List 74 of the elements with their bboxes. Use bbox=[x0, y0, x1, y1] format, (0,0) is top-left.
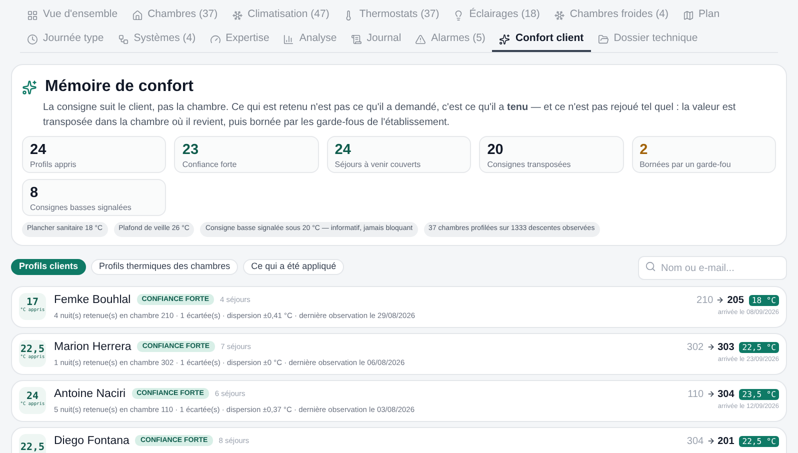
next-room: 205 bbox=[727, 294, 744, 308]
sparkles-icon bbox=[22, 80, 37, 94]
sparkles-icon bbox=[499, 34, 510, 44]
learned-value: 24 bbox=[26, 391, 39, 402]
filter-pill[interactable]: Profils thermiques des chambres bbox=[91, 258, 238, 274]
tab[interactable]: Systèmes (4) bbox=[110, 28, 203, 52]
stat-label: Confiance forte bbox=[182, 159, 238, 171]
tab[interactable]: Journal bbox=[344, 28, 408, 52]
learned-value: 22,5 bbox=[20, 442, 45, 452]
arrow-icon bbox=[706, 343, 715, 351]
client-row[interactable] bbox=[11, 380, 787, 422]
tab[interactable]: Analyse bbox=[276, 28, 344, 52]
snowflake-icon bbox=[232, 10, 243, 20]
tab[interactable]: Chambres froides (4) bbox=[546, 4, 676, 28]
tab[interactable]: Expertise bbox=[202, 28, 276, 52]
stat-label: Profils appris bbox=[30, 159, 78, 171]
lightbulb-icon bbox=[453, 10, 464, 20]
client-name: Diego Fontana bbox=[54, 434, 130, 448]
tab[interactable]: Confort client bbox=[492, 28, 591, 52]
setpoint-badge: 23,5 °C bbox=[739, 388, 779, 400]
tab[interactable]: Thermostats (37) bbox=[336, 4, 446, 28]
filter-pill[interactable]: Ce qui a été appliqué bbox=[243, 258, 344, 274]
search-icon bbox=[645, 260, 656, 272]
stat-label: Consignes basses signalées bbox=[30, 202, 132, 214]
house-icon bbox=[132, 10, 143, 20]
clock-icon bbox=[27, 34, 38, 44]
tab[interactable]: Climatisation (47) bbox=[224, 4, 336, 28]
grid-icon bbox=[27, 10, 38, 20]
stat-value: 24 bbox=[334, 142, 352, 159]
learned-value: 17 bbox=[26, 297, 39, 308]
warning-icon bbox=[415, 34, 426, 44]
stat-label: Consignes transposées bbox=[487, 159, 572, 171]
stat-label: Bornées par un garde-fou bbox=[640, 159, 732, 171]
arrow-icon bbox=[706, 437, 715, 445]
next-room: 304 bbox=[718, 388, 734, 402]
arrow-icon bbox=[706, 390, 715, 398]
client-name: Femke Bouhlal bbox=[54, 292, 131, 306]
workflow-icon bbox=[118, 34, 129, 44]
tab[interactable]: Plan bbox=[676, 4, 727, 28]
client-name: Marion Herrera bbox=[54, 340, 132, 354]
card-description: La consigne suit le client, pas la chambre. Ce qui est retenu n'est pas ce qu'il a demandé, c'est ce qu'il a tenu — et ce n'est pas rejoué tel quel : la valeur est transposée dans la chambre où il revient, puis bornée par les garde-fous de l'établissement. bbox=[43, 101, 737, 130]
scroll-icon bbox=[350, 34, 362, 44]
stat-value: 20 bbox=[487, 142, 504, 159]
stat-value: 23 bbox=[182, 142, 200, 159]
map-icon bbox=[682, 10, 694, 20]
stat-value: 24 bbox=[30, 142, 48, 159]
learned-value: 22,5 bbox=[20, 344, 45, 356]
setpoint-badge: 22,5 °C bbox=[739, 342, 779, 352]
search-field[interactable]: Nom ou e-mail... bbox=[638, 256, 787, 280]
tab[interactable]: Alarmes (5) bbox=[408, 28, 492, 52]
filter-pill[interactable]: Profils clients bbox=[11, 258, 86, 274]
tab[interactable]: Chambres (37) bbox=[124, 4, 225, 28]
tab[interactable]: Vue d'ensemble bbox=[20, 4, 125, 28]
bar-chart-icon bbox=[283, 34, 294, 44]
next-room: 201 bbox=[718, 434, 734, 448]
stat-label: Séjours à venir couverts bbox=[334, 159, 422, 171]
previous-room: 302 bbox=[686, 340, 704, 354]
folder-icon bbox=[598, 34, 609, 44]
client-name: Antoine Naciri bbox=[54, 386, 126, 400]
stat-value: 8 bbox=[30, 185, 40, 202]
next-room: 303 bbox=[718, 340, 734, 354]
tab[interactable]: Journée type bbox=[20, 28, 111, 52]
previous-room: 210 bbox=[696, 294, 714, 308]
setpoint-badge: 22,5 °C bbox=[739, 436, 779, 446]
previous-room: 304 bbox=[686, 434, 704, 448]
previous-room: 110 bbox=[688, 388, 704, 402]
gauge-icon bbox=[210, 34, 221, 44]
setpoint-badge: 18 °C bbox=[748, 294, 779, 306]
tab[interactable]: Éclairages (18) bbox=[446, 4, 547, 28]
card-title: Mémoire de confort bbox=[45, 77, 194, 97]
tab[interactable]: Dossier technique bbox=[590, 28, 705, 52]
snowflake-icon bbox=[554, 10, 565, 20]
stat-value: 2 bbox=[640, 142, 649, 159]
arrow-icon bbox=[716, 296, 724, 304]
